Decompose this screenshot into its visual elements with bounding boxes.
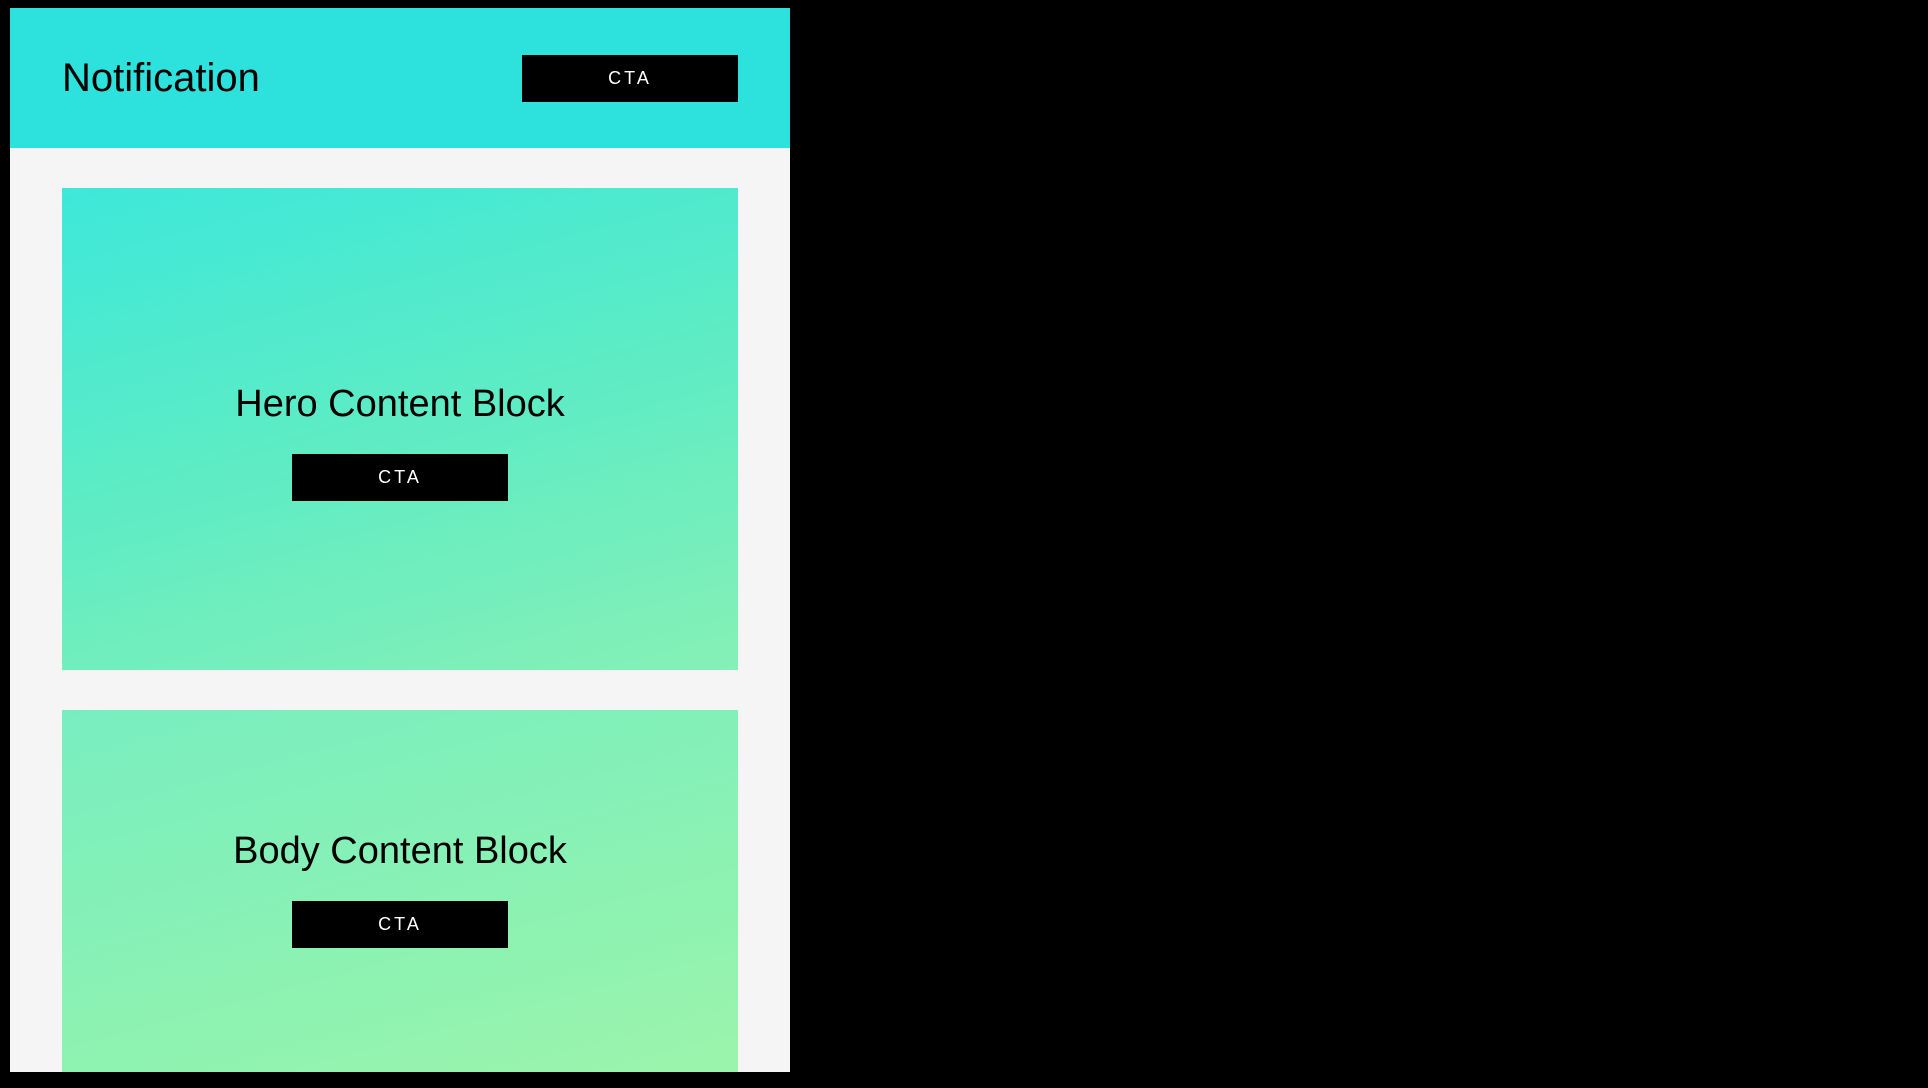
hero-content-block: Hero Content Block CTA	[62, 188, 738, 670]
body-cta-button[interactable]: CTA	[292, 901, 508, 948]
notification-cta-button[interactable]: CTA	[522, 55, 738, 102]
content-area: Hero Content Block CTA Body Content Bloc…	[10, 148, 790, 1072]
body-content-block: Body Content Block CTA	[62, 710, 738, 1072]
hero-title: Hero Content Block	[235, 383, 565, 426]
hero-cta-button[interactable]: CTA	[292, 454, 508, 501]
body-title: Body Content Block	[233, 830, 567, 873]
wireframe-panel: Notification CTA Hero Content Block CTA …	[10, 8, 790, 1072]
notification-bar: Notification CTA	[10, 8, 790, 148]
notification-title: Notification	[62, 56, 260, 101]
